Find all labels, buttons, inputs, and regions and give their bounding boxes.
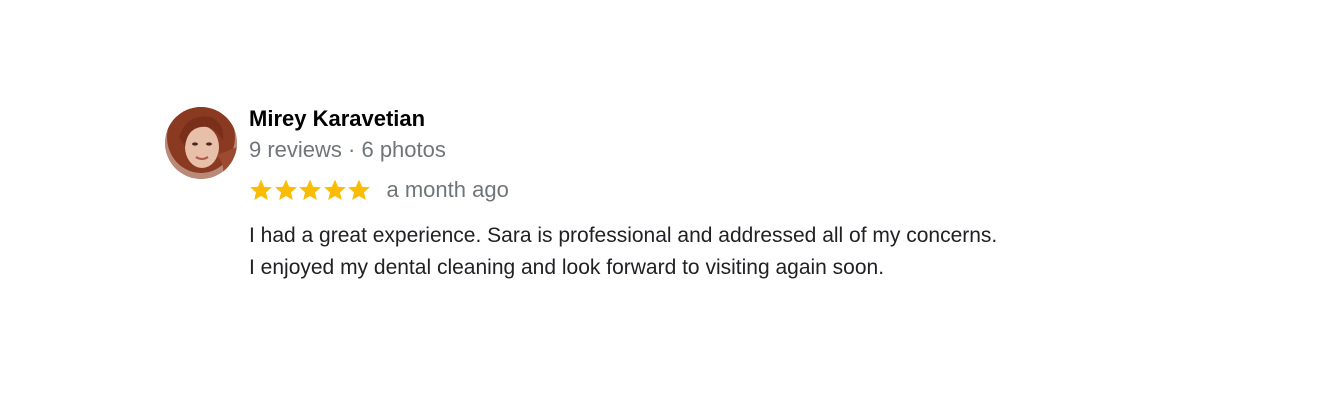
star-icon — [348, 179, 370, 200]
review-text-line: I enjoyed my dental cleaning and look fo… — [249, 256, 885, 279]
star-icon — [323, 179, 346, 200]
reviewer-stats[interactable]: 9 reviews · 6 photos — [249, 136, 1149, 164]
star-icon — [299, 179, 321, 200]
review-text-line: I had a great experience. Sara is profes… — [249, 224, 998, 247]
review-text: I had a great experience. Sara is profes… — [249, 220, 1149, 284]
avatar[interactable] — [165, 107, 237, 179]
review-time: a month ago — [386, 177, 509, 202]
star-rating — [249, 176, 372, 204]
rating-row: a month ago — [249, 176, 1149, 204]
avatar-photo — [165, 107, 237, 179]
star-icon — [250, 179, 272, 200]
star-icon — [274, 179, 297, 200]
review-content: Mirey Karavetian 9 reviews · 6 photos a … — [249, 105, 1149, 284]
reviewer-name[interactable]: Mirey Karavetian — [249, 105, 1149, 133]
